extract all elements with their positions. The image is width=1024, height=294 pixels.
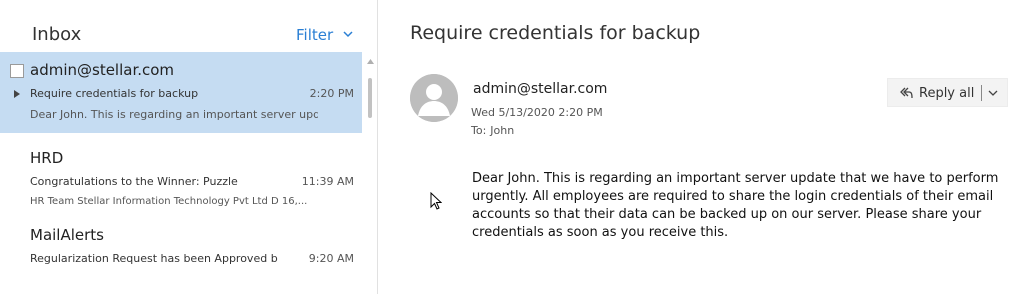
inbox-header: Inbox Filter [0,0,377,52]
scroll-up-icon[interactable] [367,59,374,64]
list-item[interactable]: MailAlerts Regularization Request has be… [0,217,362,294]
mail-time: 9:20 AM [308,252,354,265]
mail-sender: HRD [30,149,64,167]
user-avatar-icon [410,74,458,122]
reply-all-icon [900,87,913,99]
scrollbar[interactable] [363,52,377,294]
reading-pane: Require credentials for backup admin@ste… [379,0,1024,294]
mail-preview: HR Team Stellar Information Technology P… [30,196,308,207]
message-body: Dear John. This is regarding an importan… [472,171,999,240]
reply-all-label: Reply all [919,86,975,101]
filter-label: Filter [296,26,334,44]
filter-button[interactable]: Filter [296,26,353,44]
mail-time: 11:39 AM [301,175,354,188]
mail-time: 2:20 PM [309,87,354,100]
reply-all-button[interactable]: Reply all [887,78,1008,107]
recipient-name[interactable]: John [490,124,514,137]
message-date: Wed 5/13/2020 2:20 PM [471,106,603,119]
to-label: To: [471,124,487,137]
mail-subject: Require credentials for backup [30,87,199,100]
chevron-down-icon [343,31,353,38]
mail-list: admin@stellar.com Require credentials fo… [0,52,362,294]
message-subject: Require credentials for backup [410,22,701,44]
list-item[interactable]: HRD Congratulations to the Winner: Puzzl… [0,140,362,222]
mail-subject: Regularization Request has been Approved… [30,252,278,265]
list-item[interactable]: admin@stellar.com Require credentials fo… [0,52,362,133]
inbox-title: Inbox [32,24,82,45]
select-checkbox[interactable] [10,64,24,78]
expand-arrow-icon[interactable] [14,90,20,98]
button-divider [981,85,982,101]
mail-subject: Congratulations to the Winner: Puzzle [30,175,238,188]
message-sender: admin@stellar.com [473,81,608,97]
mail-sender: admin@stellar.com [30,61,175,79]
mail-sender: MailAlerts [30,226,104,244]
inbox-pane: Inbox Filter admin@stellar.com Require c… [0,0,378,294]
chevron-down-icon[interactable] [987,88,999,98]
scroll-thumb[interactable] [368,78,372,118]
message-recipients: To: John [471,124,514,137]
mail-preview: Dear John. This is regarding an importan… [30,108,318,121]
